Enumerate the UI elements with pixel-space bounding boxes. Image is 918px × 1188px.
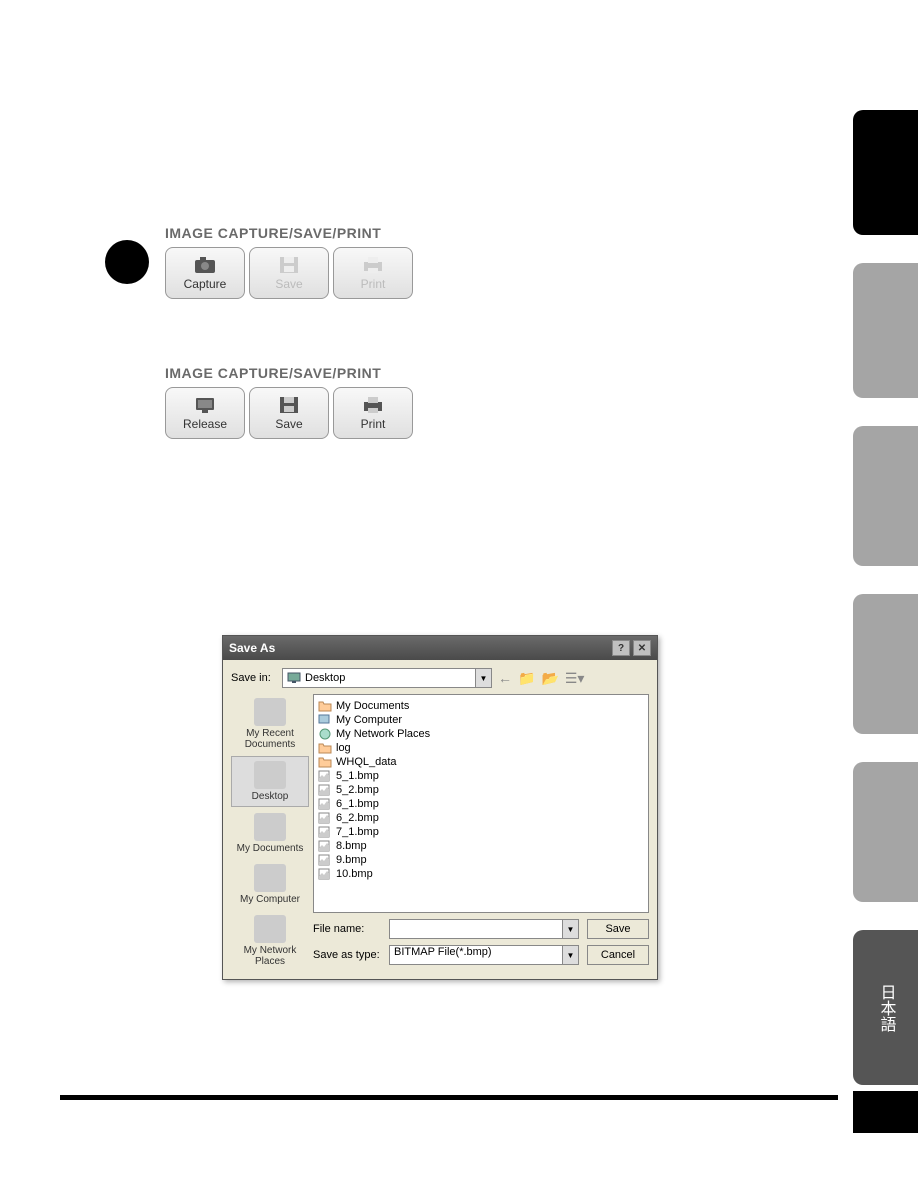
combo-dropdown-icon: ▼ [475,669,491,687]
place-network[interactable]: My Network Places [231,911,309,971]
tab-language[interactable]: 日本語 [853,930,918,1085]
up-icon[interactable]: 📁 [518,670,535,687]
place-mydocs-label: My Documents [237,843,304,854]
saveas-value: BITMAP File(*.bmp) [394,946,492,958]
dialog-save-button[interactable]: Save [587,919,649,939]
place-recent[interactable]: My Recent Documents [231,694,309,754]
place-desktop-label: Desktop [252,791,289,802]
close-button[interactable]: ✕ [633,640,651,656]
release-button-label: Release [183,417,227,431]
file-list[interactable]: My Documents My Computer My Network Plac… [313,694,649,913]
place-recent-label: My Recent Documents [233,728,307,750]
panel-capture: IMAGE CAPTURE/SAVE/PRINT Capture Save Pr… [165,225,413,299]
save-button-label: Save [275,277,302,291]
capture-button-label: Capture [184,277,227,291]
filename-input[interactable]: ▼ [389,919,579,939]
print-button-disabled: Print [333,247,413,299]
floppy-icon [277,395,301,415]
list-item[interactable]: My Network Places [318,727,644,741]
release-button[interactable]: Release [165,387,245,439]
mydocs-icon [254,813,286,841]
saveas-label: Save as type: [313,949,381,961]
list-item[interactable]: My Documents [318,699,644,713]
place-mydocs[interactable]: My Documents [231,809,309,858]
desktop-place-icon [254,761,286,789]
printer-icon [361,395,385,415]
list-item[interactable]: log [318,741,644,755]
print-button-label: Print [361,417,386,431]
footer-rule [60,1095,838,1100]
print-button-label: Print [361,277,386,291]
list-item[interactable]: 7_1.bmp [318,825,644,839]
print-button[interactable]: Print [333,387,413,439]
tab-section-1[interactable] [853,110,918,235]
folder-icon [318,756,332,768]
tab-language-label: 日本語 [874,984,898,1032]
bmp-icon [318,798,332,810]
savein-value: Desktop [305,672,345,684]
place-network-label: My Network Places [233,945,307,967]
savein-combo[interactable]: Desktop ▼ [282,668,492,688]
bullet-marker [105,240,149,284]
savein-label: Save in: [231,672,276,684]
capture-button[interactable]: Capture [165,247,245,299]
bmp-icon [318,854,332,866]
combo-dropdown-icon: ▼ [562,920,578,938]
folder-icon [318,700,332,712]
dialog-titlebar: Save As ? ✕ [223,636,657,660]
camera-icon [193,255,217,275]
printer-icon [361,255,385,275]
bmp-icon [318,840,332,852]
back-icon[interactable]: ← [498,670,512,687]
list-item[interactable]: 6_2.bmp [318,811,644,825]
list-item[interactable]: 10.bmp [318,867,644,881]
list-item[interactable]: My Computer [318,713,644,727]
list-item[interactable]: 8.bmp [318,839,644,853]
bmp-icon [318,784,332,796]
list-item[interactable]: 5_2.bmp [318,783,644,797]
tab-section-4[interactable] [853,594,918,734]
save-button[interactable]: Save [249,387,329,439]
computer-icon [254,864,286,892]
computer-icon [318,714,332,726]
network-icon [254,915,286,943]
bmp-icon [318,868,332,880]
list-item[interactable]: WHQL_data [318,755,644,769]
bmp-icon [318,812,332,824]
place-computer[interactable]: My Computer [231,860,309,909]
dialog-title: Save As [229,641,275,655]
list-item[interactable]: 6_1.bmp [318,797,644,811]
bmp-icon [318,826,332,838]
network-icon [318,728,332,740]
bmp-icon [318,770,332,782]
desktop-icon [287,671,301,685]
list-item[interactable]: 9.bmp [318,853,644,867]
panel-capture-title: IMAGE CAPTURE/SAVE/PRINT [165,225,413,241]
save-button-label: Save [275,417,302,431]
tab-section-3[interactable] [853,426,918,566]
place-desktop[interactable]: Desktop [231,756,309,807]
panel-release: IMAGE CAPTURE/SAVE/PRINT Release Save Pr… [165,365,413,439]
help-button[interactable]: ? [612,640,630,656]
panel-release-title: IMAGE CAPTURE/SAVE/PRINT [165,365,413,381]
place-computer-label: My Computer [240,894,300,905]
filename-label: File name: [313,923,381,935]
save-button-disabled: Save [249,247,329,299]
footer-corner [853,1091,918,1133]
tab-section-2[interactable] [853,263,918,398]
saveas-type-combo[interactable]: BITMAP File(*.bmp) ▼ [389,945,579,965]
recent-icon [254,698,286,726]
folder-icon [318,742,332,754]
floppy-icon [277,255,301,275]
tab-section-5[interactable] [853,762,918,902]
newfolder-icon[interactable]: 📂 [541,670,558,687]
dialog-cancel-button[interactable]: Cancel [587,945,649,965]
list-item[interactable]: 5_1.bmp [318,769,644,783]
right-tab-strip: 日本語 [853,110,918,1113]
places-bar: My Recent Documents Desktop My Documents… [231,694,309,971]
combo-dropdown-icon: ▼ [562,946,578,964]
views-icon[interactable]: ☰▾ [565,670,585,687]
monitor-icon [193,395,217,415]
save-as-dialog: Save As ? ✕ Save in: Desktop ▼ ← 📁 📂 ☰▾ [222,635,658,980]
